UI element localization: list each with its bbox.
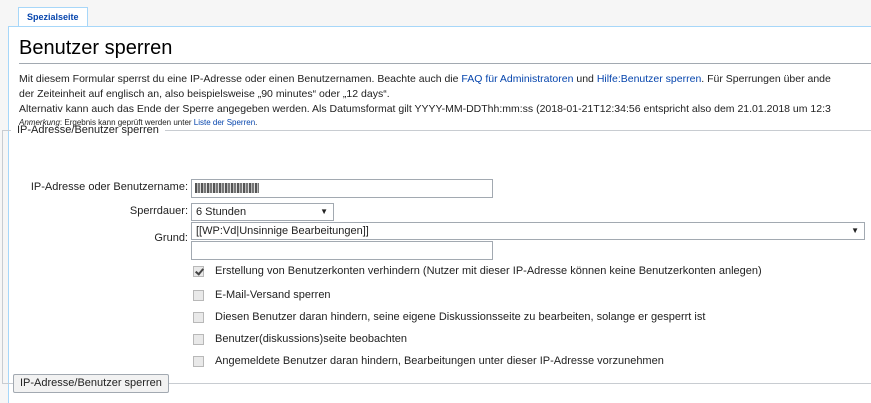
faq-admins-link[interactable]: FAQ für Administratoren <box>461 73 573 85</box>
checkbox-label: Angemeldete Benutzer daran hindern, Bear… <box>215 355 664 367</box>
checkbox-row-watch-user[interactable]: Benutzer(diskussions)seite beobachten <box>193 333 407 345</box>
form-legend: IP-Adresse/Benutzer sperren <box>17 124 159 136</box>
checkbox-row-block-email[interactable]: E-Mail-Versand sperren <box>193 289 331 301</box>
checkbox-label: E-Mail-Versand sperren <box>215 289 331 301</box>
page-title: Benutzer sperren <box>19 37 173 59</box>
reason-other-input[interactable] <box>191 241 493 260</box>
intro-line-2: der Zeiteinheit auf englisch an, also be… <box>19 88 390 100</box>
intro-text: Mit diesem Formular sperrst du eine IP-A… <box>19 72 871 129</box>
checkbox-row-prevent-account-creation[interactable]: Erstellung von Benutzerkonten verhindern… <box>193 265 762 277</box>
checkbox-label: Erstellung von Benutzerkonten verhindern… <box>215 265 762 277</box>
intro-text-span: . Für Sperrungen über ande <box>701 73 831 85</box>
reason-select[interactable]: [[WP:Vd|Unsinnige Bearbeitungen]] ▼ <box>191 222 865 240</box>
title-divider <box>19 63 871 64</box>
checkbox-watch-user[interactable] <box>193 333 204 345</box>
checkbox-prevent-account-creation[interactable] <box>193 265 204 277</box>
chevron-down-icon: ▼ <box>851 226 859 235</box>
help-block-link[interactable]: Hilfe:Benutzer sperren <box>597 73 701 85</box>
checkbox-block-email[interactable] <box>193 289 204 301</box>
checkbox-row-hardblock[interactable]: Angemeldete Benutzer daran hindern, Bear… <box>193 355 664 367</box>
target-label: IP-Adresse oder Benutzername: <box>30 181 188 193</box>
checkbox-label: Benutzer(diskussions)seite beobachten <box>215 333 408 345</box>
checkbox-hardblock[interactable] <box>193 355 204 367</box>
redacted-value <box>195 183 259 193</box>
tab-special-page[interactable]: Spezialseite <box>18 7 88 27</box>
checkbox-label: Diesen Benutzer daran hindern, seine eig… <box>215 311 706 323</box>
checkbox-block-talk-page[interactable] <box>193 311 204 323</box>
target-input[interactable] <box>191 179 493 198</box>
reason-value: [[WP:Vd|Unsinnige Bearbeitungen]] <box>196 225 369 237</box>
intro-line-3: Alternativ kann auch das Ende der Sperre… <box>19 103 831 115</box>
chevron-down-icon: ▼ <box>320 207 328 216</box>
tab-bar: Spezialseite <box>0 0 871 27</box>
intro-line-1: Mit diesem Formular sperrst du eine IP-A… <box>19 72 871 87</box>
submit-block-button[interactable]: IP-Adresse/Benutzer sperren <box>13 374 169 393</box>
reason-label: Grund: <box>154 232 188 244</box>
checkbox-row-block-talk-page[interactable]: Diesen Benutzer daran hindern, seine eig… <box>193 311 705 323</box>
duration-value: 6 Stunden <box>196 206 247 218</box>
duration-label: Sperrdauer: <box>129 205 188 217</box>
intro-text-span: Mit diesem Formular sperrst du eine IP-A… <box>19 73 462 85</box>
intro-and-text: und <box>573 73 597 85</box>
duration-select[interactable]: 6 Stunden ▼ <box>191 203 334 221</box>
